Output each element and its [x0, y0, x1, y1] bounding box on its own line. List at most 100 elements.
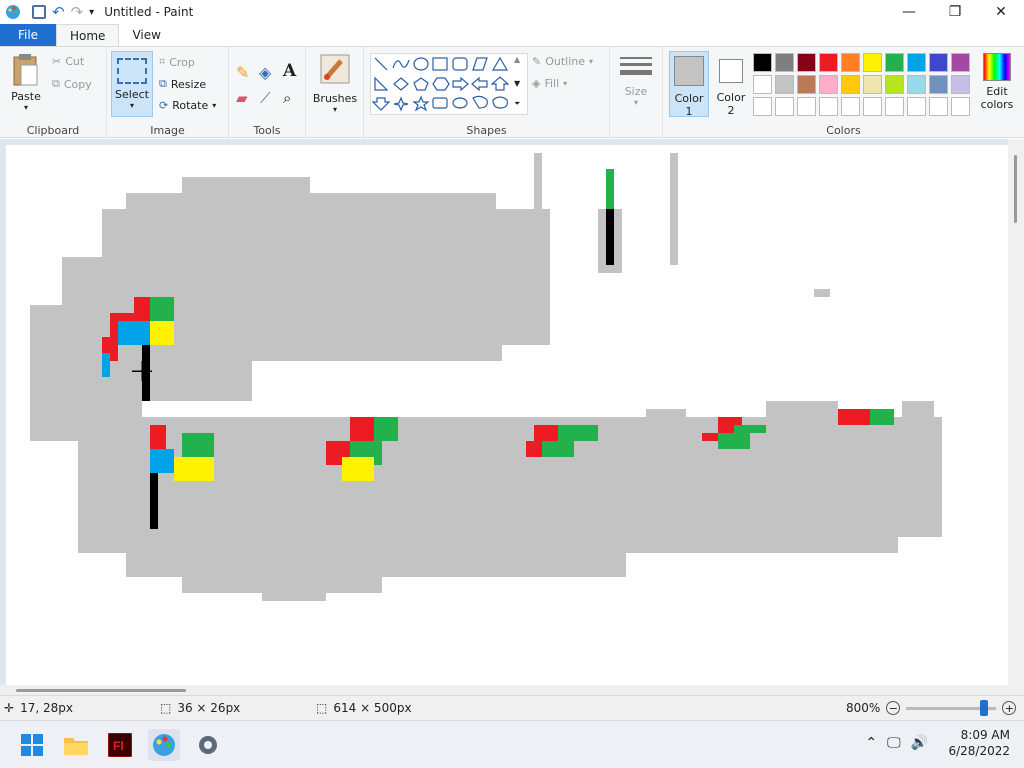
network-icon[interactable]: 🖵 [887, 735, 901, 751]
tab-file[interactable]: File [0, 24, 56, 46]
brushes-button[interactable]: Brushes ▾ [310, 53, 360, 114]
cut-button[interactable]: ✂ Cut [52, 55, 84, 68]
magnifier-icon[interactable]: ⌕ [283, 89, 291, 107]
palette-swatch[interactable] [929, 53, 948, 72]
minimize-button[interactable]: — [886, 0, 932, 24]
tab-home[interactable]: Home [56, 24, 120, 46]
crop-button[interactable]: ⌗ Crop [159, 55, 195, 69]
vertical-scroll-thumb[interactable] [1014, 155, 1017, 223]
palette-swatch[interactable] [775, 75, 794, 94]
paste-dropdown-icon[interactable]: ▾ [6, 103, 46, 112]
crosshair-icon: ✛ [4, 701, 15, 715]
palette-swatch[interactable] [841, 97, 860, 116]
palette-swatch[interactable] [819, 75, 838, 94]
zoom-out-icon[interactable]: − [886, 701, 901, 715]
file-explorer-taskbar-button[interactable] [60, 729, 92, 761]
palette-swatch[interactable] [863, 97, 882, 116]
color-picker-icon[interactable]: ⟋ [260, 89, 271, 107]
paint-taskbar-button[interactable] [148, 729, 180, 761]
color1-button[interactable]: Color 1 [669, 51, 709, 118]
shapes-scroll-up-icon[interactable]: ▲ [514, 55, 520, 64]
maximize-button[interactable]: ❐ [932, 0, 978, 24]
rotate-button[interactable]: ⟳ Rotate ▾ [159, 99, 216, 112]
palette-swatch[interactable] [819, 97, 838, 116]
zoom-slider[interactable] [906, 699, 997, 716]
palette-swatch[interactable] [775, 53, 794, 72]
palette-swatch[interactable] [951, 97, 970, 116]
paste-label: Paste [11, 90, 41, 103]
close-button[interactable]: ✕ [978, 0, 1024, 24]
palette-swatch[interactable] [841, 75, 860, 94]
redo-icon[interactable]: ↷ [71, 3, 84, 21]
select-dropdown-icon[interactable]: ▾ [112, 101, 152, 110]
customize-quick-access-icon[interactable]: ▾ [89, 7, 94, 18]
palette-swatch[interactable] [929, 75, 948, 94]
zoom-in-icon[interactable]: + [1002, 701, 1017, 715]
palette-swatch[interactable] [885, 75, 904, 94]
fill-button[interactable]: ◈ Fill ▾ [532, 77, 567, 90]
palette-swatch[interactable] [753, 53, 772, 72]
palette-swatch[interactable] [929, 97, 948, 116]
shapes-expand-icon[interactable]: ⏷ [514, 99, 520, 109]
zoom-slider-thumb[interactable] [980, 699, 989, 716]
palette-swatch[interactable] [863, 53, 882, 72]
flag-far-right [838, 409, 894, 425]
chevron-up-icon[interactable]: ⌃ [865, 735, 877, 751]
color2-button[interactable]: Color 2 [713, 55, 749, 117]
shapes-scroll-down-icon[interactable]: ▼ [514, 79, 520, 88]
start-button[interactable] [16, 729, 48, 761]
palette-swatch[interactable] [885, 97, 904, 116]
palette-swatch[interactable] [819, 53, 838, 72]
horizontal-scroll-thumb[interactable] [16, 689, 186, 692]
size-button[interactable]: Size ▾ [616, 55, 656, 107]
text-tool-icon[interactable]: A [283, 61, 296, 81]
drawing-canvas[interactable] [6, 145, 1008, 685]
gray-shape-lower [78, 401, 942, 601]
palette-swatch[interactable] [951, 75, 970, 94]
select-button[interactable]: Select ▾ [111, 51, 153, 117]
resize-button[interactable]: ⧉ Resize [159, 77, 206, 91]
selection-size-value: 36 × 26px [177, 701, 241, 715]
shapes-gallery[interactable] [370, 53, 528, 115]
brush-icon [320, 54, 350, 84]
palette-swatch[interactable] [907, 97, 926, 116]
color1-label-line2: 1 [685, 105, 693, 118]
palette-swatch[interactable] [775, 97, 794, 116]
outline-icon: ✎ [532, 55, 542, 68]
volume-icon[interactable]: 🔊 [911, 735, 928, 751]
palette-swatch[interactable] [753, 75, 772, 94]
pencil-icon[interactable]: ✎ [236, 63, 249, 82]
edit-colors-button[interactable]: Edit colors [975, 53, 1019, 111]
palette-swatch[interactable] [753, 97, 772, 116]
flash-taskbar-button[interactable]: Fl [104, 729, 136, 761]
palette-swatch[interactable] [907, 53, 926, 72]
clock[interactable]: 8:09 AM 6/28/2022 [948, 727, 1010, 759]
selection-size-icon: ⬚ [160, 701, 172, 715]
outline-button[interactable]: ✎ Outline ▾ [532, 55, 593, 68]
flash-app-icon: Fl [108, 733, 132, 757]
horizontal-scrollbar[interactable] [0, 685, 1008, 695]
palette-swatch[interactable] [797, 97, 816, 116]
palette-swatch[interactable] [885, 53, 904, 72]
cut-label: Cut [65, 55, 85, 68]
eraser-icon[interactable]: ▰ [236, 89, 248, 107]
palette-swatch[interactable] [951, 53, 970, 72]
crop-label: Crop [169, 55, 195, 69]
settings-taskbar-button[interactable] [192, 729, 224, 761]
vertical-scrollbar[interactable] [1008, 139, 1024, 695]
brushes-dropdown-icon[interactable]: ▾ [310, 105, 360, 114]
palette-swatch[interactable] [907, 75, 926, 94]
paste-button[interactable]: Paste ▾ [6, 53, 46, 112]
palette-swatch[interactable] [797, 75, 816, 94]
palette-swatch[interactable] [863, 75, 882, 94]
fill-label: Fill [544, 77, 560, 90]
size-label: Size [624, 85, 648, 98]
palette-swatch[interactable] [797, 53, 816, 72]
tab-view[interactable]: View [119, 24, 173, 46]
paste-icon [13, 54, 38, 86]
fill-bucket-icon[interactable]: ◈ [259, 63, 271, 82]
save-icon[interactable] [32, 5, 46, 19]
palette-swatch[interactable] [841, 53, 860, 72]
copy-button[interactable]: ⧉ Copy [52, 77, 92, 91]
undo-icon[interactable]: ↶ [52, 3, 65, 21]
